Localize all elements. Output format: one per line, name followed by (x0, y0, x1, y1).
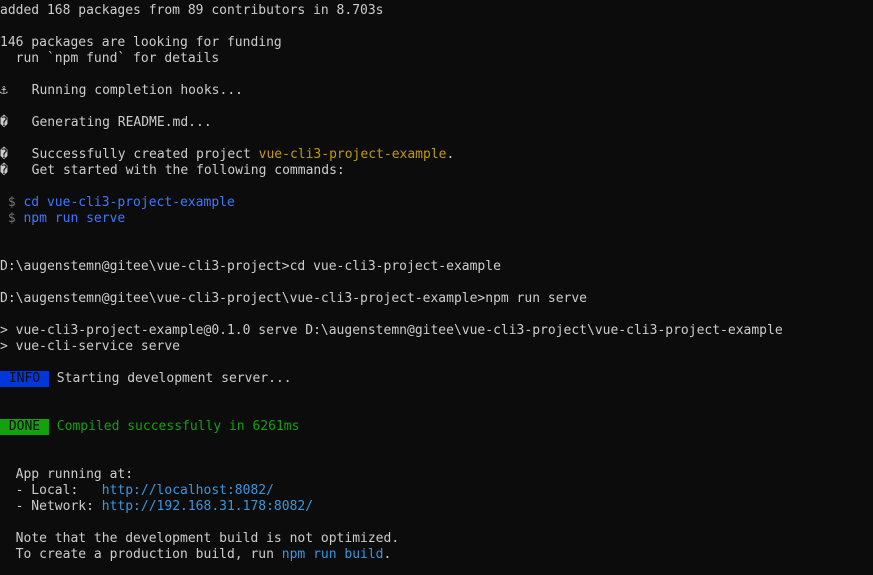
terminal-window[interactable]: added 168 packages from 89 contributors … (0, 0, 873, 575)
prompt-symbol: $ (0, 211, 24, 226)
anchor-icon: ⚓ (0, 83, 8, 98)
npm-script-cmd: > vue-cli-service serve (0, 339, 181, 354)
build-hint-line: To create a production build, run npm ru… (0, 547, 392, 563)
build-hint-prefix: To create a production build, run (0, 547, 282, 562)
readme-line: � Generating README.md... (0, 115, 212, 131)
shell-prompt-serve: D:\augenstemn@gitee\vue-cli3-project\vue… (0, 291, 587, 306)
done-badge: DONE (0, 419, 49, 435)
shell-prompt-cd: D:\augenstemn@gitee\vue-cli3-project>cd … (0, 259, 501, 274)
get-started-line: � Get started with the following command… (0, 163, 345, 179)
get-started-text: Get started with the following commands: (16, 163, 345, 178)
build-hint-suffix: . (383, 547, 392, 562)
cd-command-line: $ cd vue-cli3-project-example (0, 195, 235, 211)
info-badge: INFO (0, 371, 49, 387)
network-url-line: - Network: http://192.168.31.178:8082/ (0, 499, 313, 515)
network-label: - Network: (0, 499, 102, 514)
success-line: � Successfully created project vue-cli3-… (0, 147, 454, 163)
info-text: Starting development server... (48, 371, 292, 386)
serve-command-line: $ npm run serve (0, 211, 125, 227)
local-url-link[interactable]: http://localhost:8082/ (102, 483, 274, 498)
unknown-glyph-icon: � (0, 163, 8, 178)
cd-command: cd vue-cli3-project-example (23, 195, 235, 210)
app-running-heading: App running at: (0, 467, 134, 482)
success-suffix: . (446, 147, 455, 162)
build-command: npm run build (281, 547, 384, 562)
done-text: Compiled successfully in 6261ms (48, 419, 300, 434)
funding-notice: 146 packages are looking for funding (0, 35, 282, 50)
prompt-symbol: $ (0, 195, 24, 210)
completion-hooks-text: Running completion hooks... (16, 83, 243, 98)
unknown-glyph-icon: � (0, 147, 8, 162)
build-note-line: Note that the development build is not o… (0, 531, 400, 546)
local-url-line: - Local: http://localhost:8082/ (0, 483, 274, 499)
npm-script-line: > vue-cli3-project-example@0.1.0 serve D… (0, 323, 783, 338)
info-status-line: INFO Starting development server... (0, 371, 292, 387)
project-name: vue-cli3-project-example (258, 147, 447, 162)
done-status-line: DONE Compiled successfully in 6261ms (0, 419, 299, 435)
network-url-link[interactable]: http://192.168.31.178:8082/ (102, 499, 313, 514)
completion-hooks-line: ⚓ Running completion hooks... (0, 83, 243, 99)
install-summary: added 168 packages from 89 contributors … (0, 3, 384, 18)
funding-hint: run `npm fund` for details (0, 51, 220, 66)
unknown-glyph-icon: � (0, 115, 8, 130)
readme-text: Generating README.md... (16, 115, 212, 130)
local-label: - Local: (0, 483, 102, 498)
success-prefix: Successfully created project (16, 147, 259, 162)
serve-command: npm run serve (23, 211, 126, 226)
